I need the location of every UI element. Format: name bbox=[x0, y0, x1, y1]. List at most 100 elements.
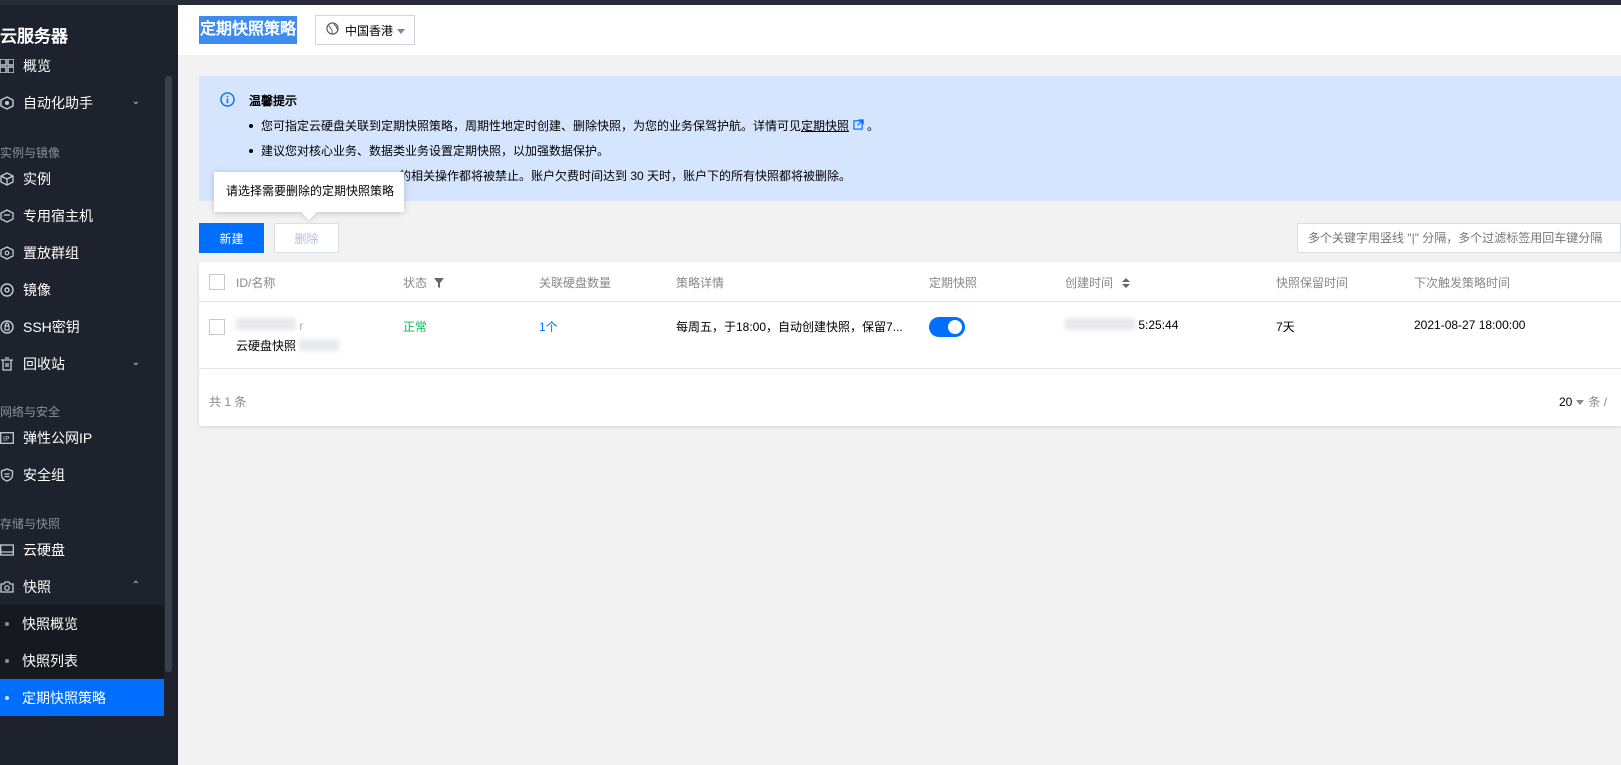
sidebar-item-cloud-disk[interactable]: 云硬盘 bbox=[0, 531, 164, 568]
sidebar-item-label: 快照 bbox=[23, 578, 51, 595]
notice-text-suffix: 。 bbox=[867, 119, 880, 133]
notice-title: 温馨提示 bbox=[249, 94, 298, 108]
delete-button[interactable]: 删除 bbox=[274, 223, 339, 253]
sidebar-group-storage-snapshot: 存储与快照 bbox=[0, 517, 61, 531]
redacted-block bbox=[236, 318, 296, 330]
column-header-created-time[interactable]: 创建时间 bbox=[1065, 274, 1131, 291]
sidebar-item-dedicated-host[interactable]: 专用宿主机 bbox=[0, 197, 164, 234]
redacted-block bbox=[299, 339, 340, 351]
notice-line: 的相关操作都将被禁止。账户欠费时间达到 30 天时，账户下的所有快照都将被删除。 bbox=[399, 167, 851, 184]
sort-icon[interactable] bbox=[1122, 277, 1131, 291]
disk-count-link[interactable]: 1个 bbox=[539, 318, 558, 335]
column-header-status[interactable]: 状态 bbox=[403, 274, 445, 291]
sidebar-group-instance-image: 实例与镜像 bbox=[0, 146, 61, 160]
bullet-icon bbox=[5, 695, 9, 700]
sidebar-item-ssh-key[interactable]: SSH密钥 bbox=[0, 308, 164, 345]
sidebar-item-snapshot-list[interactable]: 快照列表 bbox=[0, 642, 164, 679]
ip-icon: IP bbox=[0, 430, 18, 446]
redacted-block bbox=[1065, 318, 1135, 330]
sidebar-item-label: 弹性公网IP bbox=[23, 429, 93, 446]
column-header-next-trigger: 下次触发策略时间 bbox=[1414, 276, 1511, 290]
sidebar-item-snapshot-overview[interactable]: 快照概览 bbox=[0, 605, 164, 642]
key-icon bbox=[0, 319, 18, 335]
page-size-unit: 条 / bbox=[1588, 395, 1608, 409]
policy-table: ID/名称 状态 关联硬盘数量 策略详情 定期快照 创建时间 快照保留时间 下次… bbox=[199, 262, 1621, 426]
sidebar-item-instance[interactable]: 实例 bbox=[0, 160, 164, 197]
created-time-visible: 5:25:44 bbox=[1138, 318, 1179, 332]
sidebar-item-label: 置放群组 bbox=[23, 244, 79, 261]
policy-id[interactable]: r bbox=[236, 318, 303, 333]
host-icon bbox=[0, 208, 18, 224]
column-header-label: 状态 bbox=[403, 276, 428, 290]
policy-name: 云硬盘快照 bbox=[236, 337, 340, 354]
sidebar-item-automation[interactable]: 自动化助手 ⌄ bbox=[0, 84, 164, 121]
disc-icon bbox=[0, 282, 18, 298]
sidebar-item-label: 自动化助手 bbox=[23, 94, 93, 111]
disk-icon bbox=[0, 542, 18, 558]
sidebar: 云服务器 概览 自动化助手 ⌄ 实例与镜像 实例 专用宿主机 置放群组 镜像 S… bbox=[0, 5, 178, 765]
info-icon bbox=[220, 92, 235, 110]
sidebar-item-label: 实例 bbox=[23, 170, 51, 187]
page-size-selector[interactable]: 20 条 / bbox=[1559, 393, 1607, 410]
select-all-checkbox[interactable] bbox=[209, 274, 225, 290]
bullet-icon bbox=[249, 123, 253, 128]
grid-icon bbox=[0, 58, 18, 74]
sidebar-item-label: 安全组 bbox=[23, 466, 65, 483]
camera-icon bbox=[0, 579, 18, 595]
trash-icon bbox=[0, 356, 18, 372]
column-header-policy-detail: 策略详情 bbox=[676, 276, 725, 290]
sidebar-item-image[interactable]: 镜像 bbox=[0, 271, 164, 308]
sidebar-item-placement-group[interactable]: 置放群组 bbox=[0, 234, 164, 271]
snapshot-doc-link[interactable]: 定期快照 bbox=[801, 117, 849, 134]
sidebar-item-overview[interactable]: 概览 bbox=[0, 47, 164, 84]
sidebar-scrollbar[interactable] bbox=[165, 76, 172, 672]
policy-name-visible: 云硬盘快照 bbox=[236, 339, 297, 353]
column-header-label: 创建时间 bbox=[1065, 276, 1114, 290]
retention-value: 7天 bbox=[1276, 320, 1295, 334]
page-header: 定期快照策略 中国香港 bbox=[178, 5, 1621, 55]
globe-icon bbox=[326, 22, 339, 38]
svg-text:IP: IP bbox=[3, 435, 9, 443]
sidebar-item-label: 回收站 bbox=[23, 355, 65, 372]
policy-id-visible: r bbox=[299, 319, 304, 333]
column-header-scheduled-snapshot: 定期快照 bbox=[929, 276, 978, 290]
region-label: 中国香港 bbox=[345, 23, 394, 38]
table-header: ID/名称 状态 关联硬盘数量 策略详情 定期快照 创建时间 快照保留时间 下次… bbox=[199, 262, 1621, 302]
new-button[interactable]: 新建 bbox=[199, 223, 264, 253]
cube-icon bbox=[0, 171, 18, 187]
filter-icon[interactable] bbox=[434, 277, 445, 291]
tip-notice: 温馨提示 您可指定云硬盘关联到定期快照策略，周期性地定时创建、删除快照，为您的业… bbox=[199, 76, 1621, 201]
search-input[interactable] bbox=[1297, 223, 1621, 253]
sidebar-item-security-group[interactable]: 安全组 bbox=[0, 456, 164, 493]
next-trigger-time: 2021-08-27 18:00:00 bbox=[1414, 318, 1526, 332]
column-header-disk-count: 关联硬盘数量 bbox=[539, 276, 612, 290]
sidebar-item-label: 快照概览 bbox=[22, 615, 78, 632]
notice-text: 的相关操作都将被禁止。账户欠费时间达到 30 天时，账户下的所有快照都将被删除。 bbox=[399, 169, 852, 183]
sidebar-item-recycle-bin[interactable]: 回收站 ⌄ bbox=[0, 345, 164, 382]
page-title: 定期快照策略 bbox=[199, 16, 298, 44]
region-selector[interactable]: 中国香港 bbox=[315, 15, 415, 45]
bullet-icon bbox=[249, 148, 253, 153]
sidebar-item-label: 快照列表 bbox=[22, 652, 78, 669]
automation-icon bbox=[0, 95, 18, 111]
sidebar-item-snapshot[interactable]: 快照 ⌃ bbox=[0, 568, 164, 605]
caret-down-icon bbox=[1576, 400, 1585, 405]
notice-text: 您可指定云硬盘关联到定期快照策略，周期性地定时创建、删除快照，为您的业务保驾护航… bbox=[261, 119, 802, 133]
caret-down-icon bbox=[397, 29, 405, 34]
sidebar-item-label: 概览 bbox=[23, 57, 51, 74]
external-link-icon[interactable] bbox=[853, 118, 864, 133]
table-row[interactable]: r 云硬盘快照 正常 1个 每周五，于18:00，自动创建快照，保留7... 5… bbox=[199, 302, 1621, 369]
shield-icon bbox=[0, 467, 18, 483]
sidebar-item-eip[interactable]: IP 弹性公网IP bbox=[0, 419, 164, 456]
sidebar-item-snapshot-policy[interactable]: 定期快照策略 bbox=[0, 679, 164, 716]
created-time: 5:25:44 bbox=[1065, 318, 1178, 332]
sidebar-group-network-security: 网络与安全 bbox=[0, 405, 61, 419]
chevron-up-icon: ⌃ bbox=[131, 580, 140, 591]
row-checkbox[interactable] bbox=[209, 319, 225, 335]
sidebar-item-label: 定期快照策略 bbox=[22, 689, 106, 706]
page-size-value: 20 bbox=[1559, 395, 1573, 409]
status-badge: 正常 bbox=[403, 320, 428, 334]
scheduled-snapshot-toggle[interactable] bbox=[929, 317, 965, 337]
notice-text: 建议您对核心业务、数据类业务设置定期快照，以加强数据保护。 bbox=[261, 144, 610, 158]
sidebar-item-label: 云硬盘 bbox=[23, 541, 65, 558]
